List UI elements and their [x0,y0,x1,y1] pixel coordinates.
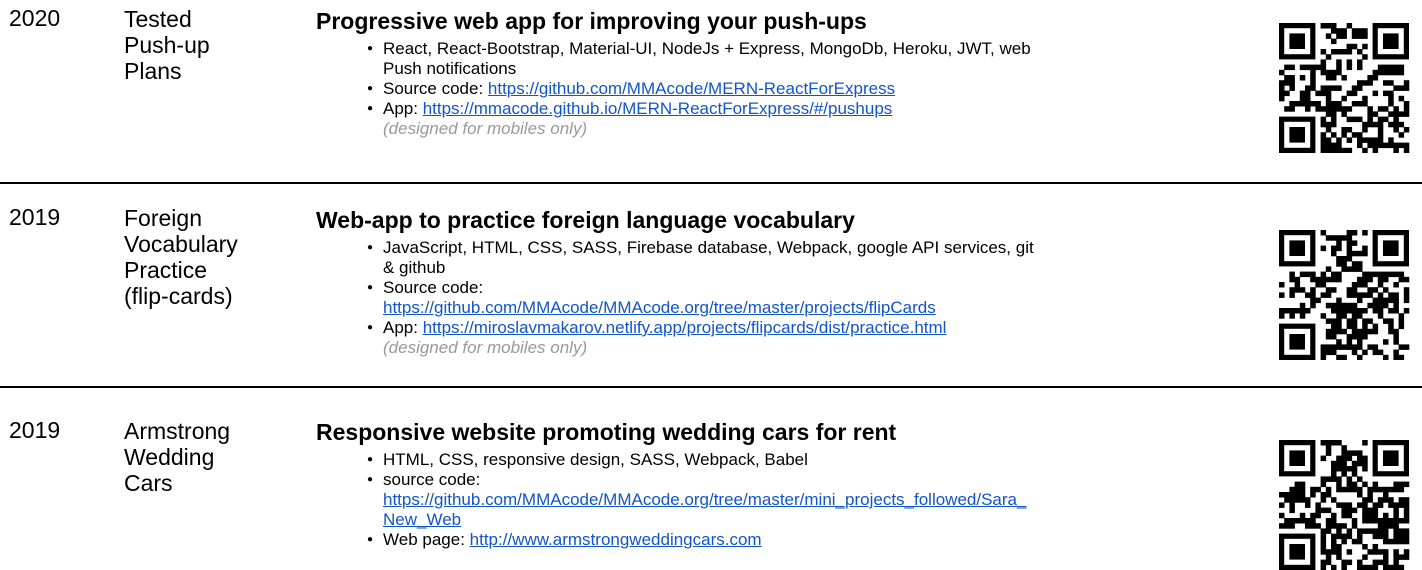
project-name-line: Vocabulary [124,231,238,257]
project-name-line: Armstrong [124,418,231,444]
project-name-line: Push-up [124,32,210,58]
app-item: App: https://miroslavmakarov.netlify.app… [367,318,1253,338]
mobile-note: (designed for mobiles only) [383,119,588,138]
project-details-list: React, React-Bootstrap, Material-UI, Nod… [367,39,1253,139]
source-code-item: Source code: https://github.com/MMAcode/… [367,278,1253,318]
project-name: Armstrong Wedding Cars [124,418,294,496]
project-name: Foreign Vocabulary Practice (flip-cards) [124,205,294,309]
project-name-line: Tested [124,6,192,32]
source-code-label: Source code: [383,278,484,297]
tech-stack-item: HTML, CSS, responsive design, SASS, Webp… [367,450,1253,470]
source-code-link[interactable]: New_Web [383,510,461,529]
qr-code-icon [1279,23,1413,153]
source-code-label: source code: [383,470,481,489]
web-page-label: Web page: [383,530,470,549]
web-page-item: Web page: http://www.armstrongweddingcar… [367,530,1253,550]
project-details-list: JavaScript, HTML, CSS, SASS, Firebase da… [367,238,1253,358]
qr-code-icon [1279,230,1413,360]
project-name-line: Practice [124,257,208,283]
project-name-line: (flip-cards) [124,283,233,309]
qr-code-svg [1279,440,1410,570]
app-link[interactable]: https://mmacode.github.io/MERN-ReactForE… [423,99,893,118]
source-code-link[interactable]: https://github.com/MMAcode/MMAcode.org/t… [383,298,936,317]
project-details-list: HTML, CSS, responsive design, SASS, Webp… [367,450,1253,550]
project-row: 2019 Foreign Vocabulary Practice (flip-c… [0,184,1422,374]
project-name: Tested Push-up Plans [124,6,294,84]
project-year: 2019 [9,204,61,230]
project-name-line: Wedding [124,444,215,470]
project-name-line: Cars [124,470,173,496]
source-code-item: source code: https://github.com/MMAcode/… [367,470,1253,530]
project-year: 2020 [9,5,61,31]
project-title: Web-app to practice foreign language voc… [316,207,855,233]
app-label: App: [383,99,423,118]
project-year: 2019 [9,417,61,443]
qr-code-svg [1279,23,1410,153]
app-label: App: [383,318,423,337]
project-title: Responsive website promoting wedding car… [316,419,897,445]
web-page-link[interactable]: http://www.armstrongweddingcars.com [470,530,762,549]
qr-code-icon [1279,440,1413,570]
tech-stack-item: React, React-Bootstrap, Material-UI, Nod… [367,39,1253,79]
mobile-note: (designed for mobiles only) [383,338,588,357]
project-name-line: Foreign [124,205,202,231]
project-row: 2019 Armstrong Wedding Cars Responsive w… [0,388,1422,570]
source-code-link[interactable]: https://github.com/MMAcode/MERN-ReactFor… [488,79,895,98]
app-item: App: https://mmacode.github.io/MERN-Reac… [367,99,1253,119]
project-row: 2020 Tested Push-up Plans Progressive we… [0,0,1422,175]
project-title: Progressive web app for improving your p… [316,8,867,34]
source-code-link[interactable]: https://github.com/MMAcode/MMAcode.org/t… [383,490,1026,509]
source-code-label: Source code: [383,79,488,98]
project-name-line: Plans [124,58,182,84]
qr-code-svg [1279,230,1410,360]
tech-stack-item: JavaScript, HTML, CSS, SASS, Firebase da… [367,238,1253,278]
source-code-item: Source code: https://github.com/MMAcode/… [367,79,1253,99]
app-link[interactable]: https://miroslavmakarov.netlify.app/proj… [423,318,947,337]
